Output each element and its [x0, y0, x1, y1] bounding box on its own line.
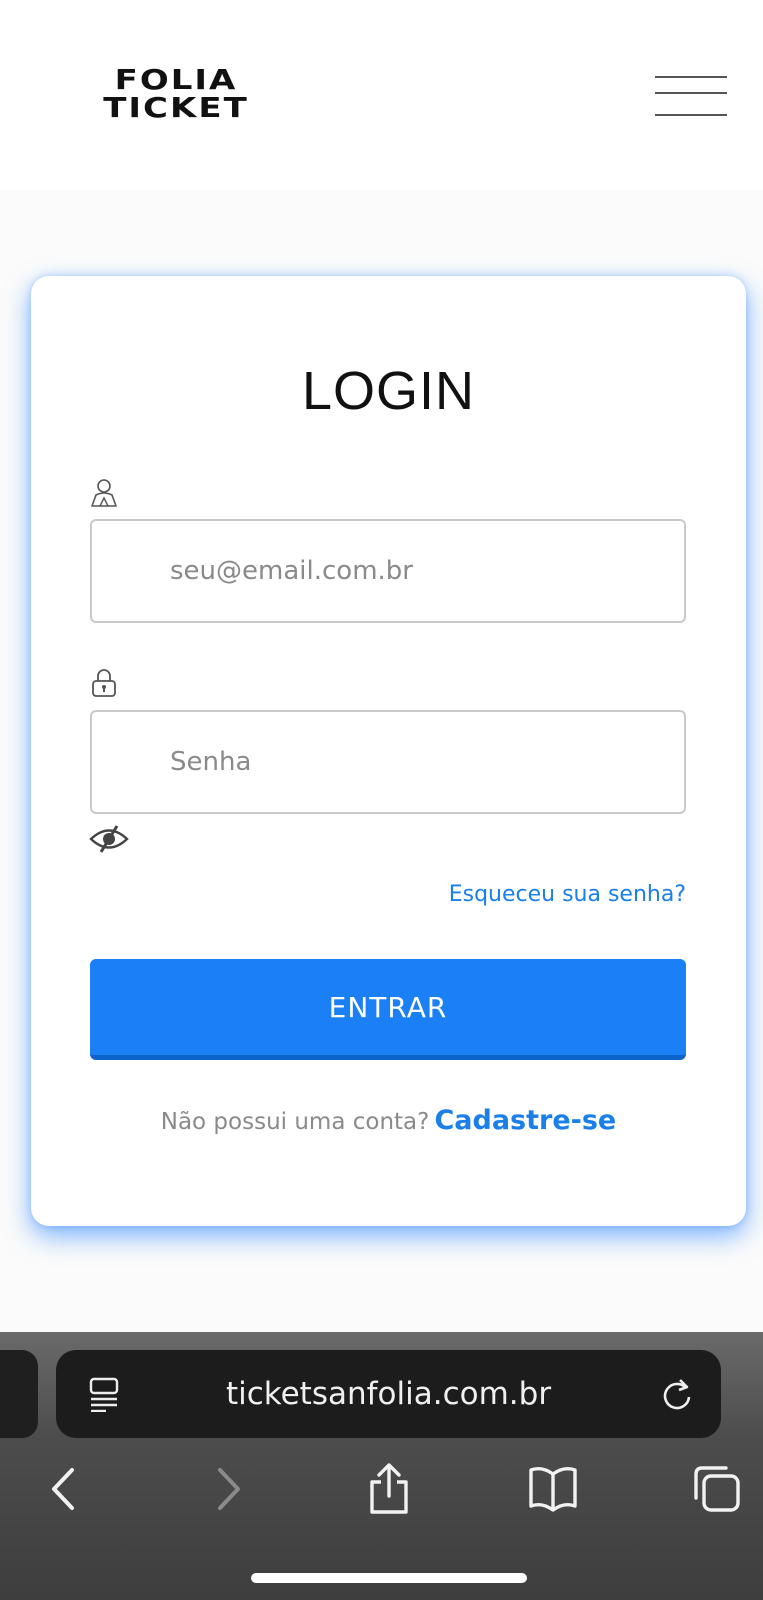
- site-header: FOLIA TICKET: [0, 0, 763, 190]
- back-icon[interactable]: [40, 1462, 90, 1516]
- home-indicator: [251, 1573, 527, 1583]
- share-icon[interactable]: [364, 1462, 414, 1516]
- email-field[interactable]: [90, 519, 686, 623]
- folia-ticket-logo[interactable]: FOLIA TICKET: [78, 66, 274, 122]
- page-title: LOGIN: [301, 361, 476, 421]
- hamburger-menu-icon[interactable]: [652, 70, 730, 120]
- forgot-password-link[interactable]: Esqueceu sua senha?: [449, 882, 686, 907]
- user-icon: [91, 479, 117, 507]
- no-account-text: Não possui uma conta?: [160, 1109, 430, 1135]
- logo-line-2: TICKET: [103, 92, 249, 124]
- previous-tab[interactable]: [0, 1350, 38, 1438]
- forward-icon[interactable]: [202, 1462, 252, 1516]
- reload-icon[interactable]: [660, 1376, 694, 1412]
- signup-prompt: Não possui uma conta? Cadastre-se: [31, 1105, 746, 1136]
- url-text: ticketsanfolia.com.br: [225, 1376, 552, 1412]
- enter-button[interactable]: ENTRAR: [90, 959, 686, 1060]
- logo-line-1: FOLIA: [114, 64, 238, 96]
- lock-icon: [92, 669, 116, 697]
- password-field[interactable]: [90, 710, 686, 814]
- bookmarks-icon[interactable]: [528, 1462, 578, 1516]
- tabs-icon[interactable]: [692, 1462, 742, 1516]
- address-bar[interactable]: ticketsanfolia.com.br: [56, 1350, 721, 1438]
- browser-toolbar: ticketsanfolia.com.br: [0, 1332, 763, 1600]
- page: FOLIA TICKET LOGIN Esqueceu sua senha?: [0, 0, 763, 1600]
- signup-link[interactable]: Cadastre-se: [434, 1105, 616, 1136]
- login-card: LOGIN Esqueceu sua senha? ENTRAR Não pos…: [31, 276, 746, 1226]
- eye-slash-icon[interactable]: [89, 824, 129, 854]
